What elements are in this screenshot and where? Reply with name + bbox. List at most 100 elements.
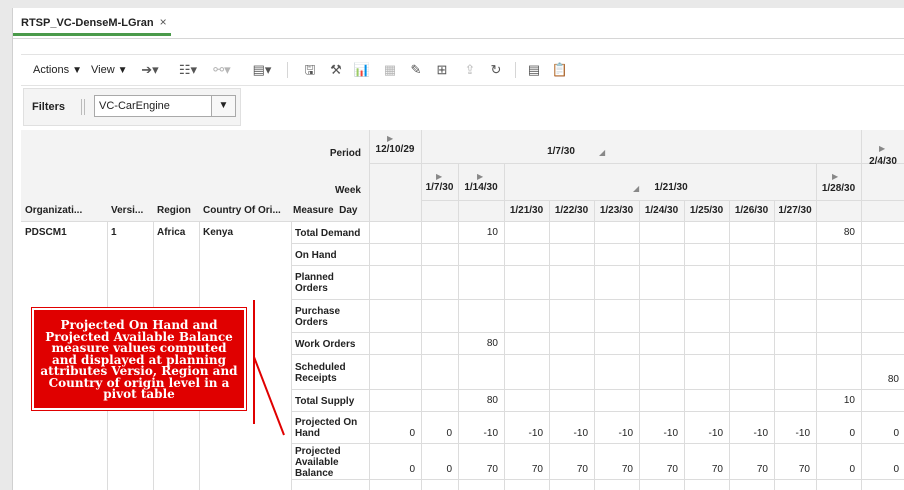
measure-label[interactable]: Scheduled Receipts [291, 362, 369, 384]
measure-value-cell[interactable]: 70 [458, 464, 504, 475]
measure-value-cell[interactable]: 70 [549, 464, 594, 475]
measure-label[interactable]: Projected On Hand [291, 417, 369, 439]
expand-icon[interactable]: ▶ [436, 172, 442, 181]
collapse-icon[interactable]: ◢ [599, 148, 605, 157]
day-header[interactable]: 1/27/30 [774, 205, 816, 216]
expand-icon[interactable]: ▶ [477, 172, 483, 181]
grid-edit-icon[interactable]: ▦ [381, 61, 399, 79]
measure-value-cell[interactable]: -10 [774, 428, 816, 439]
document-icon[interactable]: ▤ [525, 61, 543, 79]
measure-value-cell[interactable]: 70 [504, 464, 549, 475]
period-2-4-30[interactable]: 2/4/30 [861, 156, 904, 167]
tools-icon[interactable]: ⚒ [327, 61, 345, 79]
measure-value-cell[interactable]: 70 [594, 464, 639, 475]
row-attribute-version[interactable]: 1 [107, 227, 153, 238]
measure-value-cell[interactable]: 0 [421, 428, 458, 439]
measure-value-cell[interactable]: -10 [458, 428, 504, 439]
measure-value-cell[interactable]: 0 [816, 464, 861, 475]
measure-value-cell[interactable]: 80 [458, 338, 504, 349]
measure-value-cell[interactable]: -10 [549, 428, 594, 439]
filters-bar: Filters VC-CarEngine ▼ [23, 88, 241, 126]
week-1-28-30[interactable]: 1/28/30 [816, 183, 861, 194]
day-header[interactable]: 1/22/30 [549, 205, 594, 216]
pencil-icon[interactable]: ✎ [407, 61, 425, 79]
dimension-header[interactable]: Country Of Ori... [203, 205, 289, 216]
period-12-10-29[interactable]: 12/10/29 [369, 144, 421, 155]
expand-icon[interactable]: ▶ [879, 144, 885, 153]
measure-label-line: Orders [295, 316, 328, 328]
table-icon[interactable]: ⊞ [433, 61, 451, 79]
dimension-header[interactable]: Region [157, 205, 197, 216]
day-header[interactable]: 1/21/30 [504, 205, 549, 216]
save-icon[interactable]: 🖫 [301, 61, 319, 79]
row-attribute-country[interactable]: Kenya [199, 227, 291, 238]
expand-icon[interactable]: ▶ [387, 134, 393, 143]
measure-value-cell[interactable]: 80 [861, 374, 904, 385]
layout-icon[interactable]: ☷▾ [173, 61, 203, 79]
grid-line [504, 164, 505, 490]
measure-label[interactable]: Planned Orders [291, 272, 369, 294]
row-divider [291, 443, 904, 444]
measure-value-cell[interactable]: 0 [421, 464, 458, 475]
tab-rtsp[interactable]: RTSP_VC-DenseM-LGran × [13, 8, 171, 36]
measure-label[interactable]: Total Demand [291, 228, 369, 239]
row-divider [291, 299, 904, 300]
measure-label[interactable]: Total Supply [291, 396, 369, 407]
filters-label: Filters [32, 101, 66, 113]
measure-value-cell[interactable]: -10 [639, 428, 684, 439]
row-divider [291, 332, 904, 333]
row-attribute-region[interactable]: Africa [153, 227, 199, 238]
measure-label[interactable]: Purchase Orders [291, 306, 369, 328]
measure-value-cell[interactable]: 70 [684, 464, 729, 475]
actions-menu[interactable]: Actions ▼ [33, 61, 82, 79]
measure-value-cell[interactable]: 0 [861, 464, 904, 475]
measure-value-cell[interactable]: 10 [458, 227, 504, 238]
period-header: Period [329, 148, 361, 159]
view-menu[interactable]: View ▼ [91, 61, 128, 79]
chevron-down-icon[interactable]: ▼ [212, 95, 236, 117]
measure-value-cell[interactable]: 80 [458, 395, 504, 406]
chart-icon[interactable]: 📊 [353, 61, 371, 79]
refresh-icon[interactable]: ↻ [487, 61, 505, 79]
measure-value-cell[interactable]: 0 [369, 428, 421, 439]
measure-label-line: Projected On [295, 417, 358, 428]
day-header[interactable]: 1/24/30 [639, 205, 684, 216]
measure-value-cell[interactable]: 0 [816, 428, 861, 439]
grid-line [816, 164, 817, 490]
measure-label[interactable]: Work Orders [291, 339, 369, 350]
measure-value-cell[interactable]: -10 [504, 428, 549, 439]
go-icon[interactable]: ➔▾ [137, 61, 163, 79]
measure-value-cell[interactable]: -10 [594, 428, 639, 439]
hierarchy-icon[interactable]: ⚯▾ [207, 61, 237, 79]
close-icon[interactable]: × [160, 15, 167, 29]
dimension-header[interactable]: Versi... [111, 205, 151, 216]
measure-value-cell[interactable]: 80 [816, 227, 861, 238]
upload-icon[interactable]: ⇪ [461, 61, 479, 79]
measure-value-cell[interactable]: 10 [816, 395, 861, 406]
week-1-7-30[interactable]: 1/7/30 [421, 182, 458, 193]
measure-value-cell[interactable]: 70 [774, 464, 816, 475]
day-header[interactable]: 1/25/30 [684, 205, 729, 216]
expand-icon[interactable]: ▶ [832, 172, 838, 181]
week-1-21-30[interactable]: 1/21/30 [631, 182, 711, 193]
drag-handle-icon[interactable] [81, 99, 85, 115]
day-header[interactable]: 1/23/30 [594, 205, 639, 216]
row-attribute-org[interactable]: PDSCM1 [21, 227, 107, 238]
measure-value-cell[interactable]: -10 [729, 428, 774, 439]
measure-value-cell[interactable]: 70 [729, 464, 774, 475]
measure-value-cell[interactable]: -10 [684, 428, 729, 439]
day-header[interactable]: 1/26/30 [729, 205, 774, 216]
dimension-header[interactable]: Organizati... [25, 205, 105, 216]
measure-value-cell[interactable]: 0 [369, 464, 421, 475]
measure-value-cell[interactable]: 0 [861, 428, 904, 439]
week-1-14-30[interactable]: 1/14/30 [458, 182, 504, 193]
filter-select[interactable]: VC-CarEngine [94, 95, 212, 117]
grid-line [639, 201, 640, 490]
measure-label[interactable]: On Hand [291, 250, 369, 261]
calculator-icon[interactable]: ▤▾ [247, 61, 277, 79]
paste-icon[interactable]: 📋 [551, 61, 569, 79]
measure-label[interactable]: Projected Available Balance [291, 446, 369, 479]
collapse-icon[interactable]: ◢ [633, 184, 639, 193]
row-divider [291, 354, 904, 355]
measure-value-cell[interactable]: 70 [639, 464, 684, 475]
